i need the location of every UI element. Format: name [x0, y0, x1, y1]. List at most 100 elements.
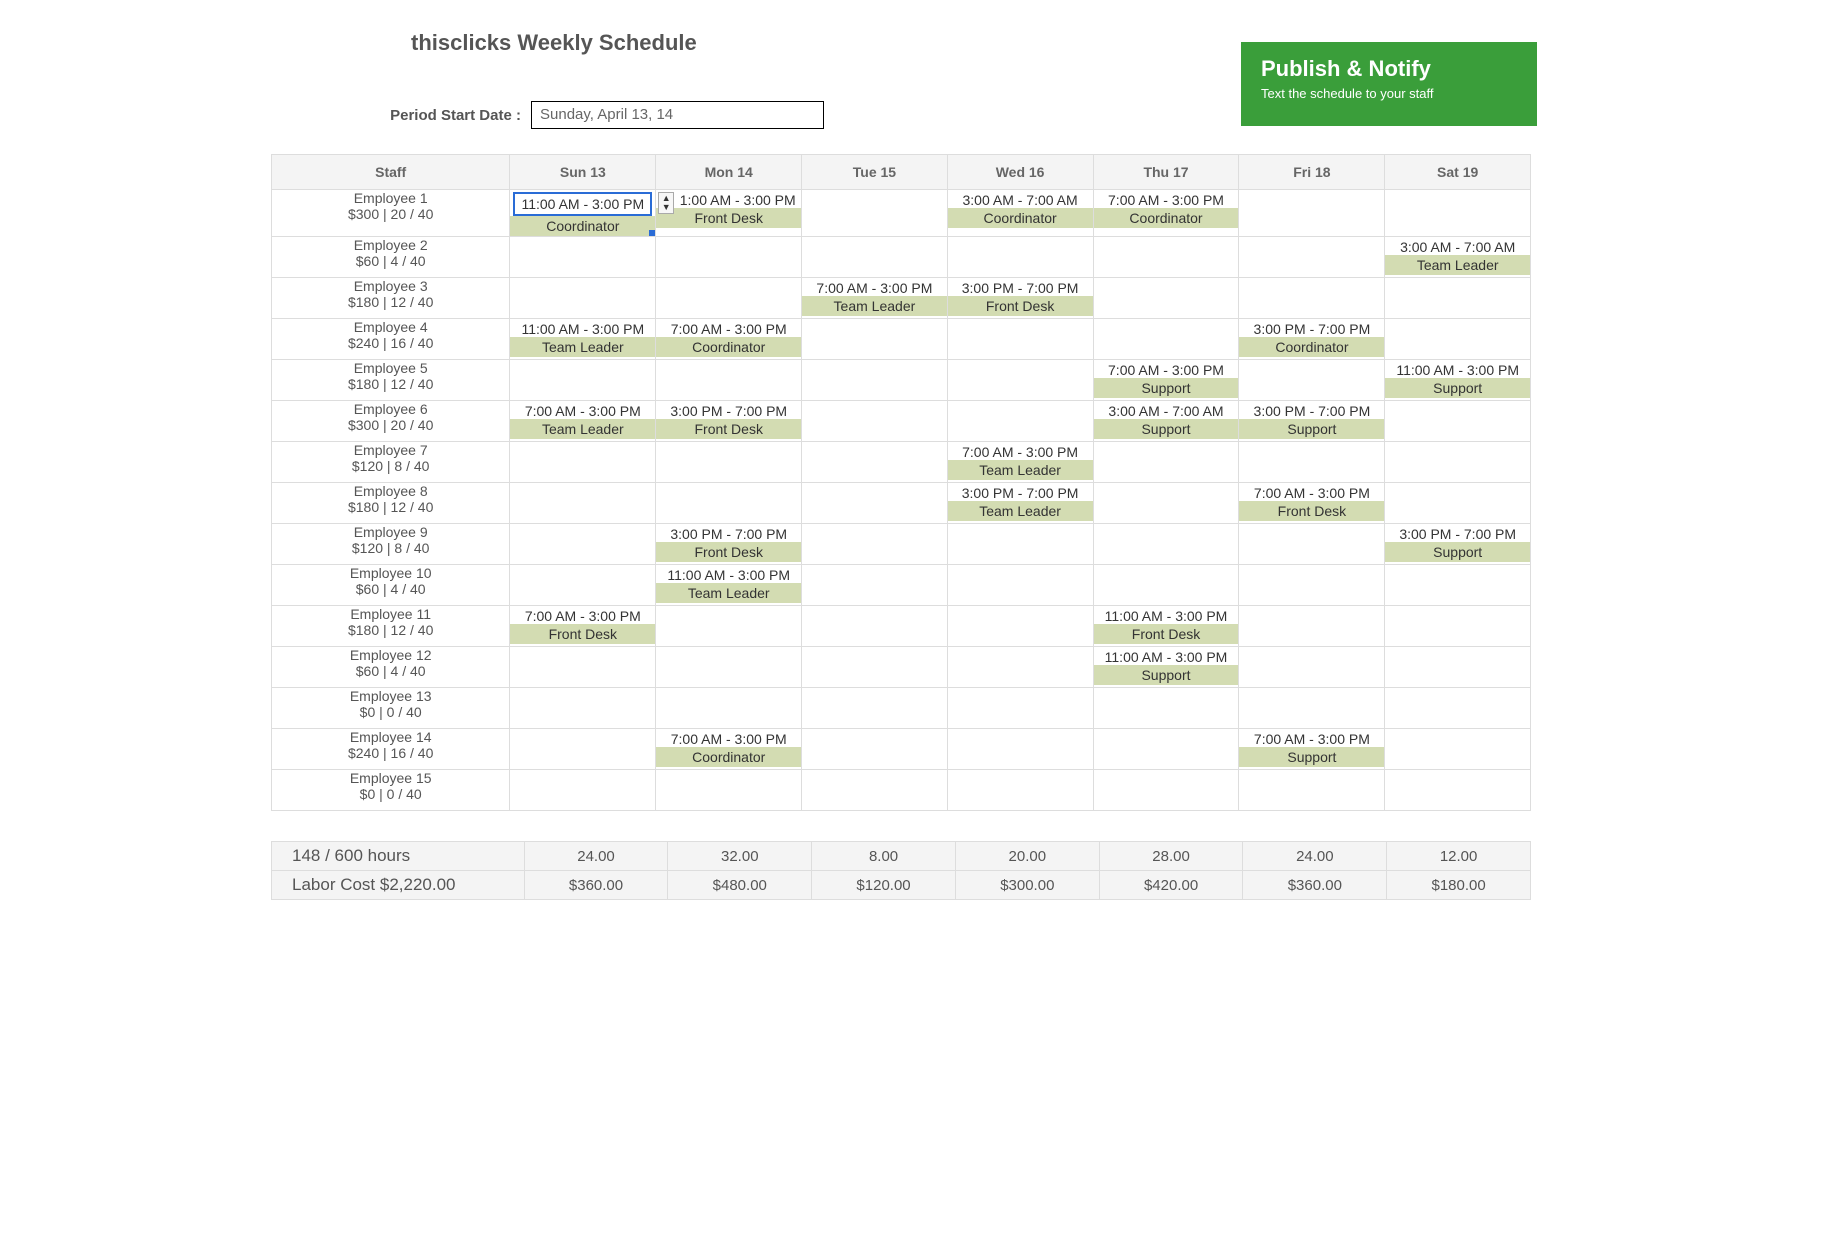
- shift-cell[interactable]: [1093, 442, 1239, 483]
- shift-cell[interactable]: [802, 770, 947, 811]
- shift-cell[interactable]: [947, 647, 1093, 688]
- shift-cell[interactable]: [802, 319, 947, 360]
- shift-cell[interactable]: [947, 770, 1093, 811]
- shift-cell[interactable]: [1239, 442, 1385, 483]
- shift-cell[interactable]: 1:00 AM - 3:00 PM▲▼Front Desk: [656, 190, 802, 237]
- shift-cell[interactable]: 7:00 AM - 3:00 PMFront Desk: [1239, 483, 1385, 524]
- shift-cell[interactable]: [1093, 565, 1239, 606]
- shift-cell[interactable]: [802, 360, 947, 401]
- shift-cell[interactable]: [1239, 770, 1385, 811]
- shift-cell[interactable]: 3:00 PM - 7:00 PMSupport: [1239, 401, 1385, 442]
- shift-cell[interactable]: 7:00 AM - 3:00 PMCoordinator: [1093, 190, 1239, 237]
- shift-cell[interactable]: [1093, 237, 1239, 278]
- shift-cell[interactable]: [1385, 319, 1531, 360]
- shift-cell[interactable]: [656, 442, 802, 483]
- shift-cell[interactable]: [1093, 688, 1239, 729]
- shift-cell[interactable]: [802, 606, 947, 647]
- shift-cell[interactable]: [1239, 688, 1385, 729]
- shift-cell[interactable]: [1093, 770, 1239, 811]
- shift-cell[interactable]: [947, 401, 1093, 442]
- shift-cell[interactable]: [1385, 770, 1531, 811]
- shift-cell[interactable]: [1239, 647, 1385, 688]
- selection-handle-icon[interactable]: [649, 230, 655, 236]
- shift-cell[interactable]: 11:00 AM - 3:00 PMSupport: [1385, 360, 1531, 401]
- stepper-icon[interactable]: ▲▼: [658, 192, 674, 214]
- shift-cell[interactable]: 7:00 AM - 3:00 PMFront Desk: [510, 606, 656, 647]
- shift-cell[interactable]: [656, 278, 802, 319]
- shift-cell[interactable]: [1385, 483, 1531, 524]
- shift-cell[interactable]: 11:00 AM - 3:00 PMTeam Leader: [656, 565, 802, 606]
- shift-cell[interactable]: [802, 524, 947, 565]
- shift-cell[interactable]: 7:00 AM - 3:00 PMSupport: [1239, 729, 1385, 770]
- shift-cell[interactable]: [510, 770, 656, 811]
- shift-cell[interactable]: [1385, 647, 1531, 688]
- shift-cell[interactable]: 3:00 AM - 7:00 AMSupport: [1093, 401, 1239, 442]
- shift-cell[interactable]: 7:00 AM - 3:00 PMCoordinator: [656, 729, 802, 770]
- shift-cell[interactable]: [802, 647, 947, 688]
- shift-cell[interactable]: [947, 237, 1093, 278]
- shift-cell[interactable]: 3:00 PM - 7:00 PMSupport: [1385, 524, 1531, 565]
- shift-cell[interactable]: [1093, 729, 1239, 770]
- shift-cell[interactable]: 3:00 PM - 7:00 PMFront Desk: [656, 401, 802, 442]
- shift-cell[interactable]: [1239, 278, 1385, 319]
- shift-cell[interactable]: [510, 483, 656, 524]
- shift-cell[interactable]: 3:00 AM - 7:00 AMTeam Leader: [1385, 237, 1531, 278]
- shift-cell[interactable]: [802, 688, 947, 729]
- shift-cell[interactable]: [1093, 319, 1239, 360]
- shift-cell[interactable]: [656, 606, 802, 647]
- shift-cell[interactable]: 3:00 AM - 7:00 AMCoordinator: [947, 190, 1093, 237]
- shift-cell[interactable]: [510, 688, 656, 729]
- shift-cell[interactable]: [510, 647, 656, 688]
- shift-cell[interactable]: [947, 729, 1093, 770]
- shift-cell[interactable]: 3:00 PM - 7:00 PMFront Desk: [947, 278, 1093, 319]
- shift-cell[interactable]: [1093, 524, 1239, 565]
- shift-cell[interactable]: 7:00 AM - 3:00 PMTeam Leader: [947, 442, 1093, 483]
- shift-cell[interactable]: [510, 360, 656, 401]
- shift-cell[interactable]: [1239, 190, 1385, 237]
- publish-notify-button[interactable]: Publish & Notify Text the schedule to yo…: [1241, 42, 1537, 126]
- shift-cell[interactable]: [947, 319, 1093, 360]
- shift-cell[interactable]: [1385, 442, 1531, 483]
- shift-cell[interactable]: 3:00 PM - 7:00 PMCoordinator: [1239, 319, 1385, 360]
- shift-cell[interactable]: [1239, 524, 1385, 565]
- shift-cell[interactable]: [1093, 278, 1239, 319]
- shift-cell[interactable]: [510, 565, 656, 606]
- shift-cell[interactable]: [802, 729, 947, 770]
- shift-cell[interactable]: [510, 278, 656, 319]
- shift-cell[interactable]: [1239, 565, 1385, 606]
- shift-cell[interactable]: [656, 770, 802, 811]
- shift-cell[interactable]: [656, 688, 802, 729]
- shift-cell[interactable]: [947, 524, 1093, 565]
- shift-cell[interactable]: [947, 360, 1093, 401]
- shift-cell[interactable]: [802, 442, 947, 483]
- shift-cell[interactable]: [1239, 360, 1385, 401]
- shift-cell[interactable]: [510, 237, 656, 278]
- shift-cell[interactable]: 7:00 AM - 3:00 PMCoordinator: [656, 319, 802, 360]
- period-start-input[interactable]: Sunday, April 13, 14: [531, 101, 824, 129]
- shift-cell[interactable]: [1093, 483, 1239, 524]
- shift-cell[interactable]: [1385, 190, 1531, 237]
- shift-cell[interactable]: [802, 237, 947, 278]
- shift-cell[interactable]: [510, 729, 656, 770]
- shift-cell[interactable]: [947, 606, 1093, 647]
- shift-cell[interactable]: 11:00 AM - 3:00 PMSupport: [1093, 647, 1239, 688]
- shift-cell[interactable]: 3:00 PM - 7:00 PMTeam Leader: [947, 483, 1093, 524]
- shift-cell[interactable]: 7:00 AM - 3:00 PMSupport: [1093, 360, 1239, 401]
- shift-cell[interactable]: [510, 524, 656, 565]
- shift-cell[interactable]: 7:00 AM - 3:00 PMTeam Leader: [802, 278, 947, 319]
- shift-cell[interactable]: [947, 565, 1093, 606]
- shift-cell[interactable]: [656, 483, 802, 524]
- shift-cell[interactable]: [1385, 401, 1531, 442]
- shift-cell[interactable]: 11:00 AM - 3:00 PMTeam Leader: [510, 319, 656, 360]
- shift-cell[interactable]: [656, 237, 802, 278]
- shift-cell[interactable]: [802, 565, 947, 606]
- shift-cell[interactable]: 11:00 AM - 3:00 PMFront Desk: [1093, 606, 1239, 647]
- shift-cell[interactable]: [1239, 606, 1385, 647]
- shift-cell[interactable]: [802, 190, 947, 237]
- shift-cell[interactable]: [1385, 729, 1531, 770]
- shift-cell[interactable]: 11:00 AM - 3:00 PMCoordinator: [510, 190, 656, 237]
- shift-cell[interactable]: 7:00 AM - 3:00 PMTeam Leader: [510, 401, 656, 442]
- shift-cell[interactable]: [1385, 278, 1531, 319]
- shift-cell[interactable]: [1385, 606, 1531, 647]
- shift-cell[interactable]: [802, 401, 947, 442]
